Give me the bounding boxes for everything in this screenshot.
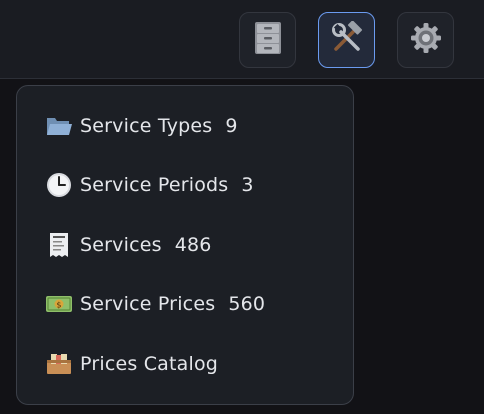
menu-item-label: Service Prices xyxy=(80,293,216,315)
menu-item-service-periods[interactable]: Service Periods 3 xyxy=(45,165,254,205)
tools-dropdown-menu: Service Types 9 Service Periods 3 Servic… xyxy=(16,85,354,405)
menu-item-services[interactable]: Services 486 xyxy=(45,225,212,265)
menu-item-count: 560 xyxy=(228,293,266,315)
open-folder-icon xyxy=(45,112,73,140)
file-cabinet-icon xyxy=(253,21,283,59)
tools-button[interactable] xyxy=(318,12,375,68)
menu-item-count: 9 xyxy=(225,115,238,137)
menu-item-count: 3 xyxy=(241,174,254,196)
menu-item-label: Prices Catalog xyxy=(80,353,219,375)
file-cabinet-button[interactable] xyxy=(239,12,296,68)
menu-item-prices-catalog[interactable]: Prices Catalog xyxy=(45,344,218,384)
receipt-icon xyxy=(45,231,73,259)
hammer-wrench-icon xyxy=(330,20,364,59)
menu-item-count: 486 xyxy=(174,234,212,256)
card-box-icon xyxy=(45,350,73,378)
menu-item-service-types[interactable]: Service Types 9 xyxy=(45,106,238,146)
top-toolbar xyxy=(0,0,484,79)
menu-item-label: Service Periods xyxy=(80,174,229,196)
svg-text:$: $ xyxy=(56,301,61,310)
gear-icon xyxy=(409,21,443,59)
menu-item-label: Service Types xyxy=(80,115,213,137)
menu-item-label: Services xyxy=(80,234,162,256)
money-bill-icon: $ xyxy=(45,290,73,318)
clock-icon xyxy=(45,171,73,199)
menu-item-service-prices[interactable]: $ Service Prices 560 xyxy=(45,284,265,324)
settings-button[interactable] xyxy=(397,12,454,68)
